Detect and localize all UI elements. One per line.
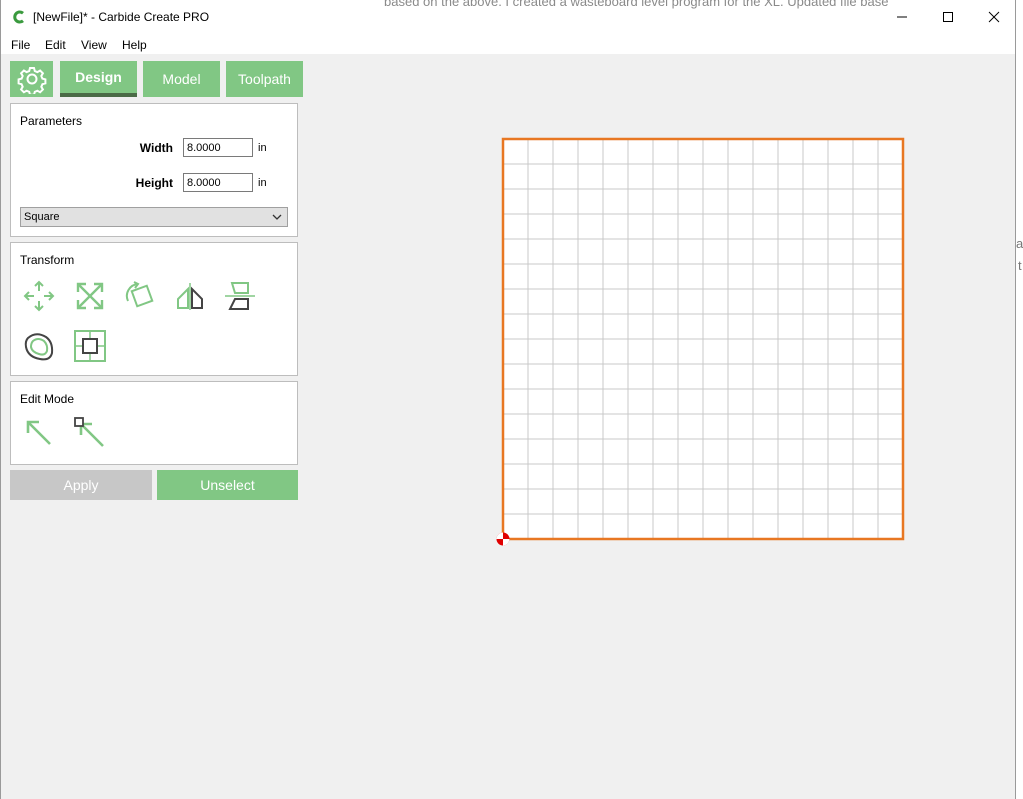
close-button[interactable] xyxy=(971,0,1017,34)
app-logo-icon xyxy=(13,10,24,24)
menu-bar: File Edit View Help xyxy=(1,34,1015,54)
mirror-icon[interactable] xyxy=(173,279,207,313)
height-label: Height xyxy=(135,176,173,190)
window-title: [NewFile]* - Carbide Create PRO xyxy=(33,10,210,24)
parameters-title: Parameters xyxy=(20,114,83,128)
height-input[interactable] xyxy=(183,173,253,192)
menu-file[interactable]: File xyxy=(11,38,30,52)
design-canvas[interactable] xyxy=(496,132,911,547)
node-edit-icon[interactable] xyxy=(73,416,107,450)
flip-icon[interactable] xyxy=(223,279,257,313)
menu-view[interactable]: View xyxy=(81,38,107,52)
shape-type-value: Square xyxy=(24,211,60,223)
transform-title: Transform xyxy=(20,253,75,267)
minimize-icon xyxy=(897,16,907,18)
edit-mode-panel: Edit Mode xyxy=(10,381,298,465)
tab-model[interactable]: Model xyxy=(143,61,220,97)
menu-help[interactable]: Help xyxy=(122,38,147,52)
background-fragment-t: t xyxy=(1018,258,1022,273)
select-arrow-icon[interactable] xyxy=(22,416,56,450)
transform-panel: Transform xyxy=(10,242,298,376)
menu-edit[interactable]: Edit xyxy=(45,38,66,52)
width-label: Width xyxy=(139,141,173,155)
close-icon xyxy=(988,11,1000,23)
app-window: [NewFile]* - Carbide Create PRO File Edi… xyxy=(0,0,1016,799)
offset-icon[interactable] xyxy=(22,329,56,363)
settings-tab[interactable] xyxy=(10,61,53,97)
apply-button[interactable]: Apply xyxy=(10,470,152,500)
parameters-panel: Parameters Width in Height in Square xyxy=(10,103,298,237)
scale-icon[interactable] xyxy=(73,279,107,313)
chevron-down-icon xyxy=(272,214,282,220)
background-window-text: based on the above. I created a wasteboa… xyxy=(384,0,889,9)
maximize-button[interactable] xyxy=(925,0,971,34)
shape-type-select[interactable]: Square xyxy=(20,207,288,227)
tab-design[interactable]: Design xyxy=(60,61,137,97)
maximize-icon xyxy=(943,12,953,22)
edit-mode-title: Edit Mode xyxy=(20,392,75,406)
gear-icon xyxy=(17,67,46,94)
rotate-icon[interactable] xyxy=(123,279,157,313)
width-input[interactable] xyxy=(183,138,253,157)
unselect-button[interactable]: Unselect xyxy=(157,470,298,500)
tab-toolpath[interactable]: Toolpath xyxy=(226,61,303,97)
background-window-edge: a t xyxy=(1016,0,1023,799)
background-fragment-a: a xyxy=(1016,236,1023,251)
height-unit: in xyxy=(258,177,267,189)
move-icon[interactable] xyxy=(22,279,56,313)
align-icon[interactable] xyxy=(73,329,107,363)
origin-marker-icon xyxy=(496,532,510,546)
width-unit: in xyxy=(258,142,267,154)
